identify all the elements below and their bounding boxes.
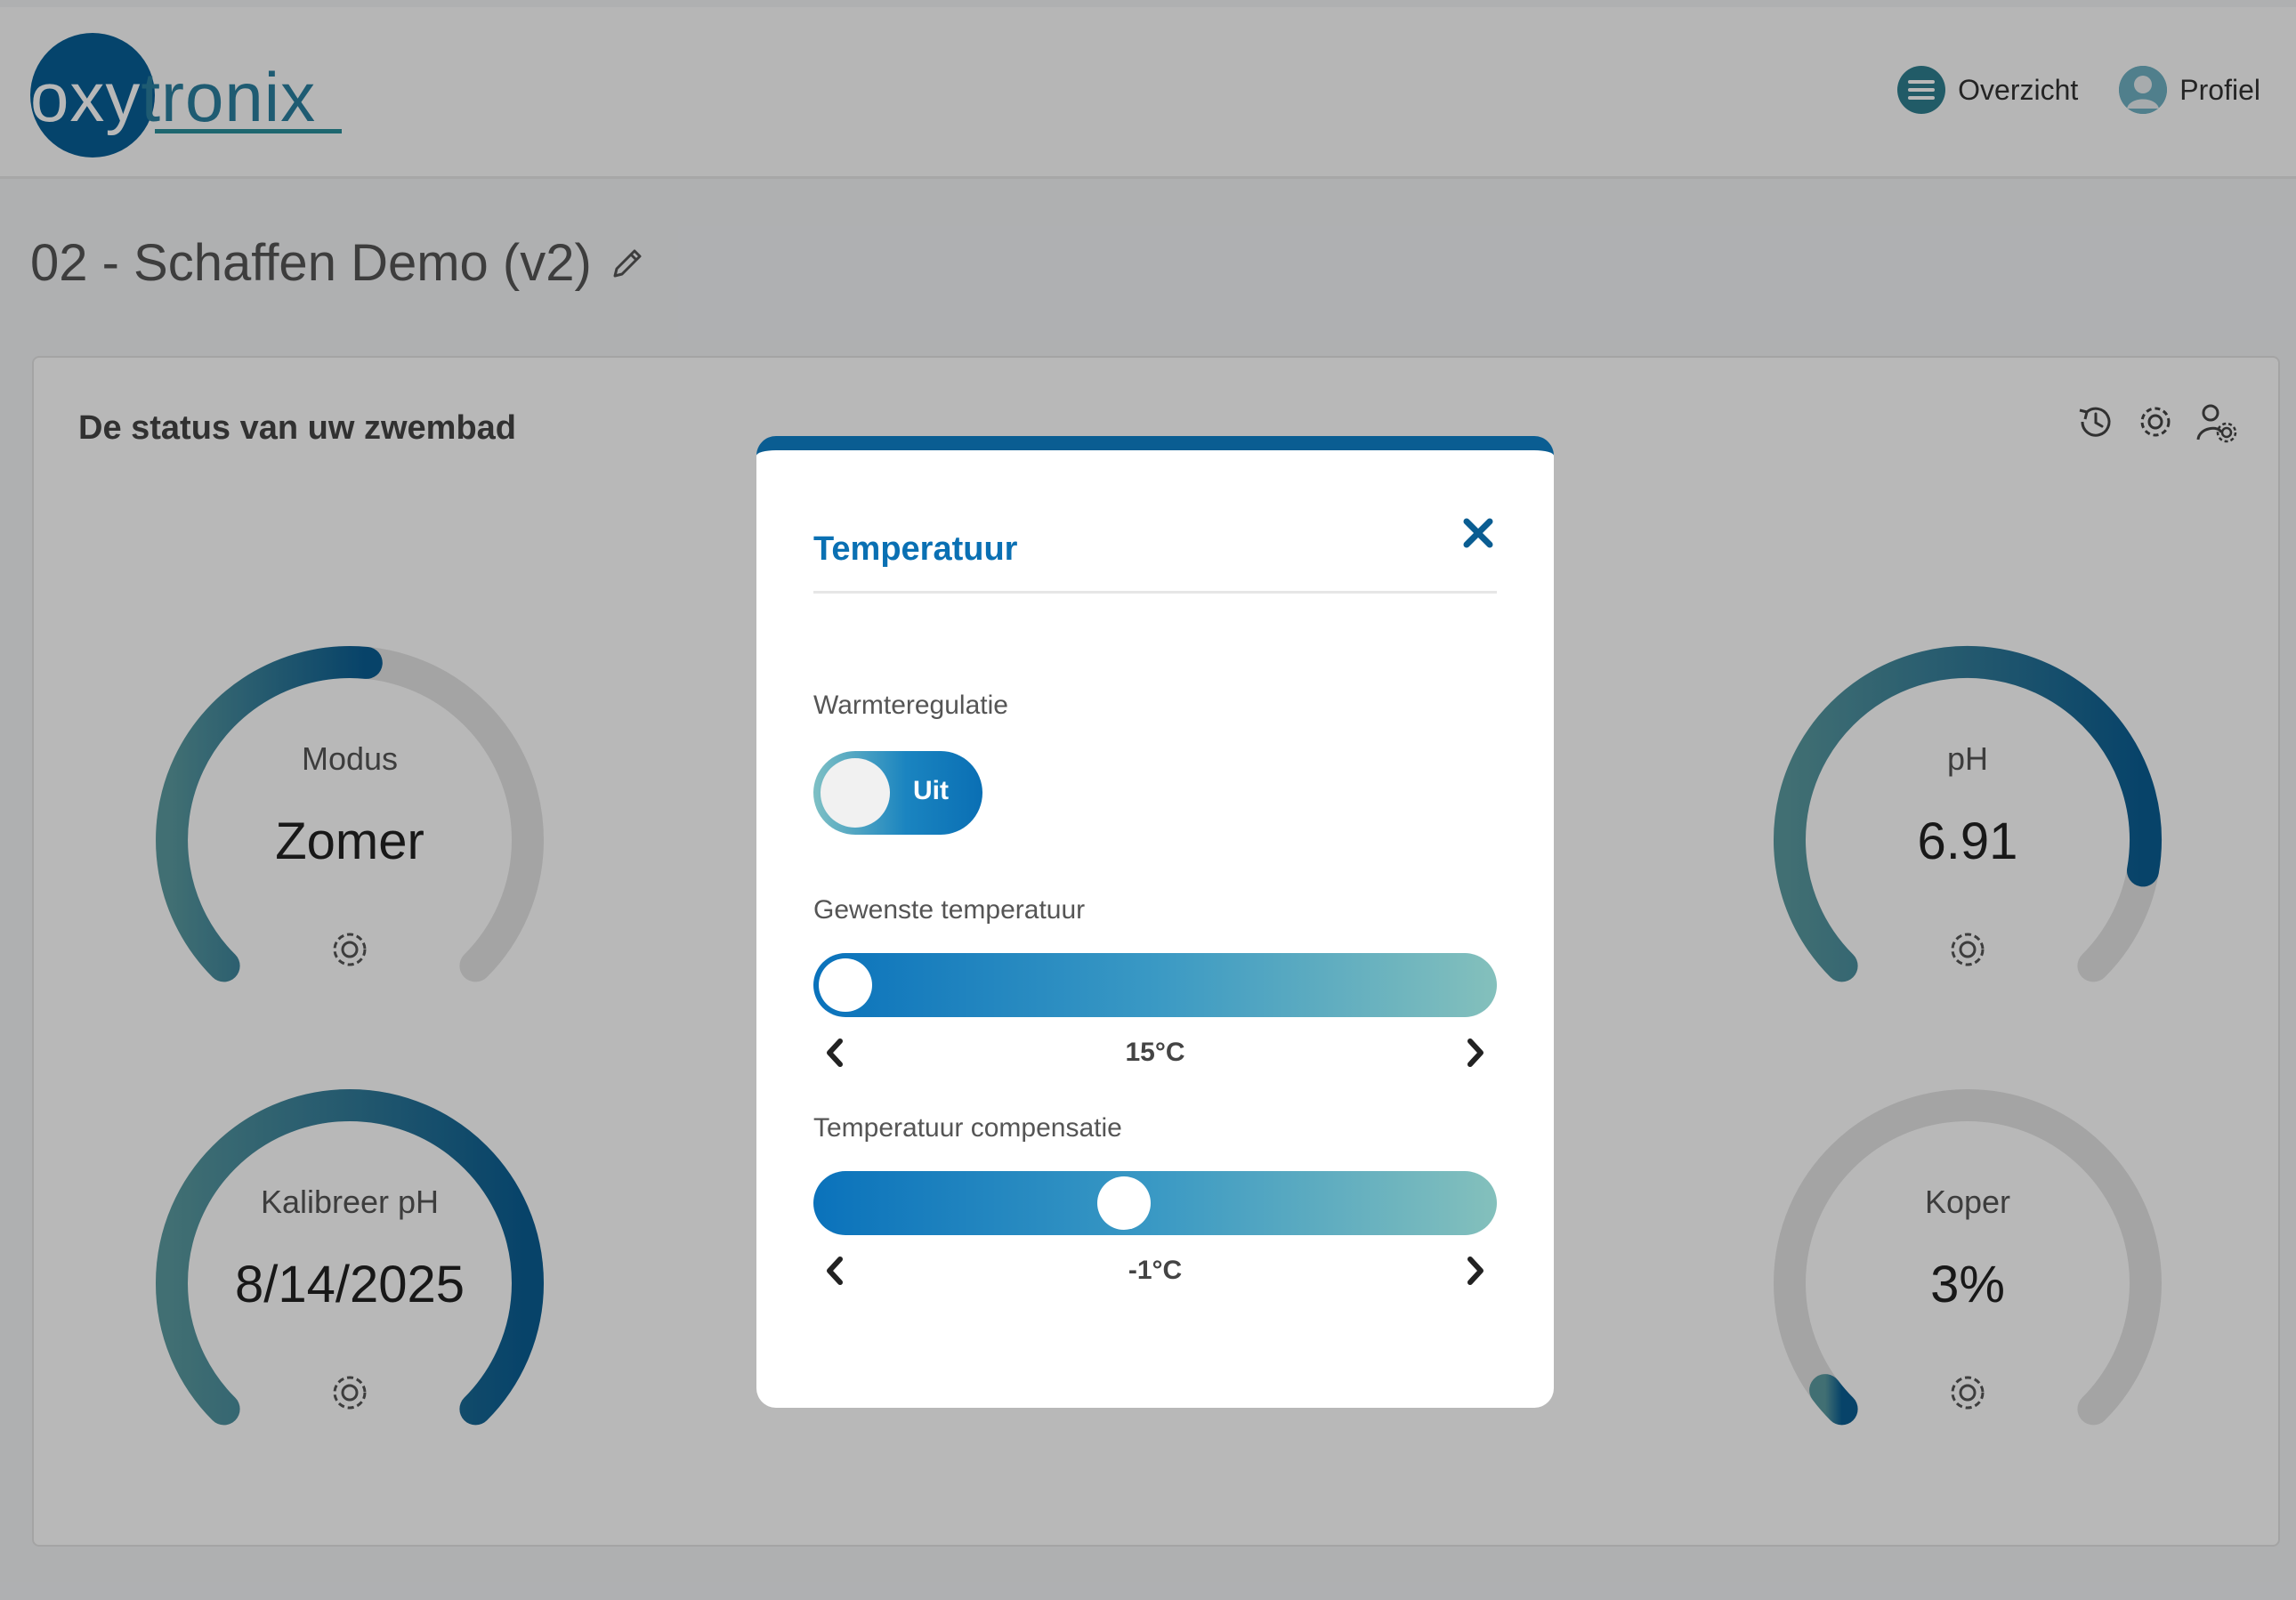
desired-temp-value: 15°C xyxy=(1125,1038,1185,1067)
compensation-slider[interactable] xyxy=(813,1171,1497,1235)
compensation-thumb[interactable] xyxy=(1097,1176,1152,1230)
desired-temp-stepper: 15°C xyxy=(813,1030,1497,1075)
temperature-dialog: Temperatuur Warmteregulatie Uit Gewenste… xyxy=(756,436,1554,1408)
close-icon[interactable] xyxy=(1458,513,1499,554)
toggle-knob xyxy=(821,758,890,828)
dialog-divider xyxy=(813,591,1497,594)
heating-label: Warmteregulatie xyxy=(813,691,1008,720)
app-root: oxytronix Overzicht Profiel 02 - Schaffe… xyxy=(0,0,2296,1600)
compensation-value: -1°C xyxy=(1128,1256,1183,1285)
heating-toggle[interactable]: Uit xyxy=(813,751,982,835)
chevron-right-icon[interactable] xyxy=(1452,1248,1497,1293)
compensation-label: Temperatuur compensatie xyxy=(813,1113,1122,1143)
desired-temp-label: Gewenste temperatuur xyxy=(813,895,1086,925)
desired-temp-slider[interactable] xyxy=(813,953,1497,1017)
dialog-title: Temperatuur xyxy=(813,530,1018,568)
compensation-stepper: -1°C xyxy=(813,1248,1497,1293)
chevron-right-icon[interactable] xyxy=(1452,1030,1497,1075)
toggle-state: Uit xyxy=(913,776,949,805)
desired-temp-thumb[interactable] xyxy=(819,958,872,1012)
